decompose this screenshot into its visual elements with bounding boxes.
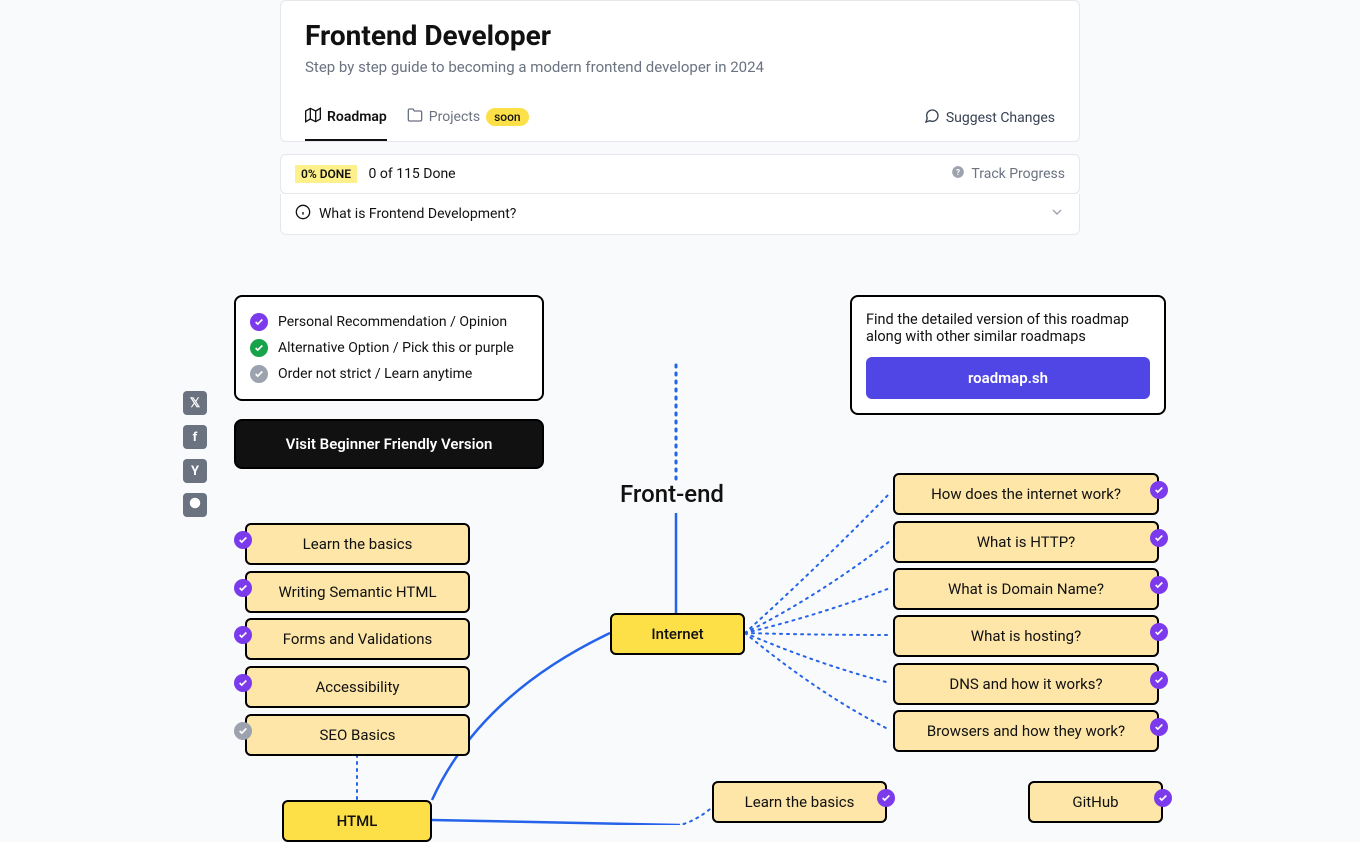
- node-html-topic-1[interactable]: Writing Semantic HTML: [245, 571, 470, 613]
- check-icon: [234, 626, 252, 644]
- node-css-topic-0[interactable]: Learn the basics: [712, 781, 887, 823]
- share-hn-button[interactable]: Y: [183, 459, 207, 483]
- hn-icon: Y: [191, 464, 199, 479]
- suggest-changes-label: Suggest Changes: [946, 110, 1055, 126]
- promo-text: Find the detailed version of this roadma…: [866, 311, 1150, 345]
- reddit-icon: [188, 496, 202, 514]
- node-internet-topic-5[interactable]: Browsers and how they work?: [893, 710, 1159, 752]
- check-icon: [234, 674, 252, 692]
- promo-box: Find the detailed version of this roadma…: [850, 295, 1166, 415]
- info-expand-row[interactable]: What is Frontend Development?: [280, 194, 1080, 235]
- chat-icon: [924, 108, 940, 128]
- node-internet-topic-2[interactable]: What is Domain Name?: [893, 568, 1159, 610]
- check-icon: [1154, 789, 1172, 807]
- legend-green-label: Alternative Option / Pick this or purple: [278, 340, 514, 356]
- chevron-down-icon: [1049, 204, 1065, 224]
- node-internet-topic-1[interactable]: What is HTTP?: [893, 521, 1159, 563]
- done-text: 0 of 115 Done: [369, 166, 456, 182]
- root-title: Front-end: [620, 480, 724, 508]
- share-reddit-button[interactable]: [183, 493, 207, 517]
- check-icon: [1150, 576, 1168, 594]
- page-title: Frontend Developer: [305, 19, 1055, 52]
- legend-purple-label: Personal Recommendation / Opinion: [278, 314, 507, 330]
- beginner-version-button[interactable]: Visit Beginner Friendly Version: [234, 419, 544, 469]
- track-progress-label: Track Progress: [971, 166, 1065, 182]
- share-x-button[interactable]: 𝕏: [183, 391, 207, 415]
- node-github[interactable]: GitHub: [1028, 781, 1163, 823]
- node-html[interactable]: HTML: [282, 800, 432, 842]
- info-icon: [295, 204, 311, 224]
- info-question: What is Frontend Development?: [319, 206, 516, 222]
- facebook-icon: f: [193, 430, 198, 445]
- node-html-topic-3[interactable]: Accessibility: [245, 666, 470, 708]
- check-icon: [250, 339, 268, 357]
- node-internet-topic-0[interactable]: How does the internet work?: [893, 473, 1159, 515]
- tab-projects[interactable]: Projects soon: [407, 95, 529, 141]
- check-icon: [1150, 529, 1168, 547]
- legend-gray-label: Order not strict / Learn anytime: [278, 366, 472, 382]
- check-icon: [234, 579, 252, 597]
- legend-box: Personal Recommendation / Opinion Altern…: [234, 295, 544, 401]
- progress-bar: 0% DONE 0 of 115 Done ? Track Progress: [280, 154, 1080, 194]
- node-internet-topic-3[interactable]: What is hosting?: [893, 615, 1159, 657]
- track-progress-button[interactable]: ? Track Progress: [951, 165, 1065, 183]
- done-badge: 0% DONE: [295, 165, 357, 183]
- check-icon: [877, 789, 895, 807]
- suggest-changes-button[interactable]: Suggest Changes: [924, 108, 1055, 128]
- check-icon: [1150, 718, 1168, 736]
- node-html-topic-4[interactable]: SEO Basics: [245, 714, 470, 756]
- x-icon: 𝕏: [190, 396, 200, 411]
- svg-text:?: ?: [956, 167, 960, 177]
- node-html-topic-2[interactable]: Forms and Validations: [245, 618, 470, 660]
- folder-icon: [407, 107, 423, 127]
- tab-roadmap-label: Roadmap: [327, 109, 387, 125]
- tab-roadmap[interactable]: Roadmap: [305, 95, 387, 141]
- node-internet-topic-4[interactable]: DNS and how it works?: [893, 663, 1159, 705]
- check-icon: [250, 365, 268, 383]
- help-icon: ?: [951, 165, 965, 183]
- node-internet[interactable]: Internet: [610, 613, 745, 655]
- check-icon: [1150, 623, 1168, 641]
- soon-badge: soon: [486, 108, 528, 126]
- check-icon: [250, 313, 268, 331]
- check-icon: [234, 531, 252, 549]
- check-icon: [1150, 481, 1168, 499]
- check-icon: [1150, 671, 1168, 689]
- promo-button[interactable]: roadmap.sh: [866, 357, 1150, 399]
- share-facebook-button[interactable]: f: [183, 425, 207, 449]
- tab-projects-label: Projects: [429, 109, 480, 125]
- page-subtitle: Step by step guide to becoming a modern …: [305, 58, 1055, 76]
- map-icon: [305, 107, 321, 127]
- node-html-topic-0[interactable]: Learn the basics: [245, 523, 470, 565]
- check-icon: [234, 722, 252, 740]
